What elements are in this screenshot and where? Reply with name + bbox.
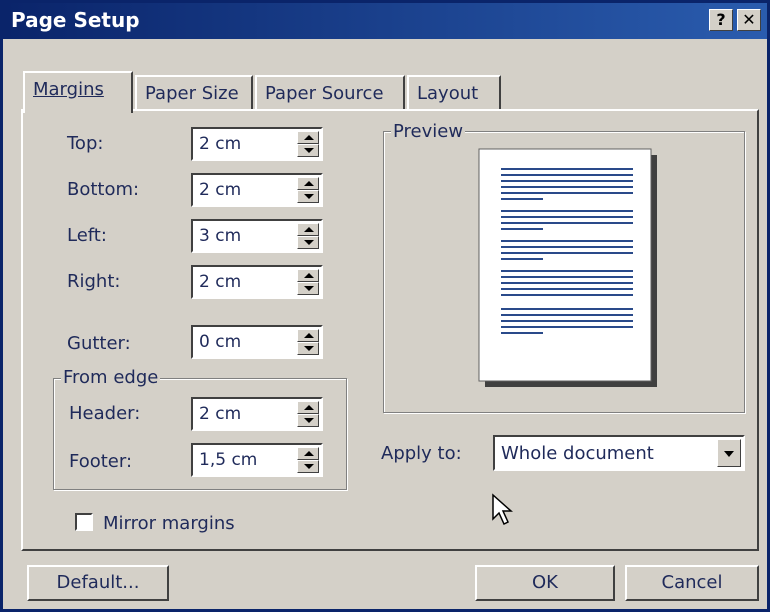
bottom-margin-spinner[interactable]: 2 cm	[191, 173, 323, 207]
apply-to-value: Whole document	[501, 443, 654, 464]
apply-to-label: Apply to:	[381, 443, 462, 464]
gutter-value: 0 cm	[199, 332, 242, 352]
mirror-margins-checkbox[interactable]	[75, 513, 93, 531]
preview-title: Preview	[391, 121, 466, 142]
from-edge-title: From edge	[61, 367, 161, 388]
tab-margins[interactable]: Margins	[23, 71, 133, 113]
top-down-arrow-icon[interactable]	[297, 144, 319, 157]
right-up-arrow-icon[interactable]	[297, 269, 319, 282]
right-down-arrow-icon[interactable]	[297, 282, 319, 295]
top-label: Top:	[67, 133, 104, 154]
right-margin-spinner[interactable]: 2 cm	[191, 265, 323, 299]
left-margin-value: 3 cm	[199, 226, 242, 246]
tab-paper-size[interactable]: Paper Size	[135, 75, 253, 111]
tab-layout-label: Layout	[417, 83, 479, 104]
tab-paper-source-label: Paper Source	[265, 83, 384, 104]
gutter-up-arrow-icon[interactable]	[297, 329, 319, 342]
footer-label: Footer:	[69, 451, 133, 472]
right-label: Right:	[67, 271, 121, 292]
page-preview-icon	[478, 148, 657, 387]
gutter-spinner[interactable]: 0 cm	[191, 325, 323, 359]
top-up-arrow-icon[interactable]	[297, 131, 319, 144]
help-button[interactable]: ?	[709, 9, 733, 31]
header-up-arrow-icon[interactable]	[297, 401, 319, 414]
bottom-margin-value: 2 cm	[199, 180, 242, 200]
gutter-label: Gutter:	[67, 333, 131, 354]
header-spinner[interactable]: 2 cm	[191, 397, 323, 431]
bottom-up-arrow-icon[interactable]	[297, 177, 319, 190]
gutter-down-arrow-icon[interactable]	[297, 342, 319, 355]
bottom-down-arrow-icon[interactable]	[297, 190, 319, 203]
cancel-button[interactable]: Cancel	[625, 565, 759, 601]
apply-to-dropdown[interactable]: Whole document	[493, 435, 745, 471]
tab-paper-source[interactable]: Paper Source	[255, 75, 405, 111]
tab-layout[interactable]: Layout	[407, 75, 501, 111]
chevron-down-icon[interactable]	[717, 439, 741, 467]
dialog-title: Page Setup	[11, 8, 140, 32]
top-margin-spinner[interactable]: 2 cm	[191, 127, 323, 161]
left-label: Left:	[67, 225, 107, 246]
mouse-cursor-icon	[492, 493, 513, 526]
header-down-arrow-icon[interactable]	[297, 414, 319, 427]
header-label: Header:	[69, 403, 141, 424]
left-up-arrow-icon[interactable]	[297, 223, 319, 236]
close-button[interactable]: ✕	[737, 9, 761, 31]
header-value: 2 cm	[199, 404, 242, 424]
ok-button[interactable]: OK	[475, 565, 615, 601]
mirror-margins-label: Mirror margins	[103, 513, 235, 534]
title-bar: Page Setup ? ✕	[3, 3, 767, 39]
left-margin-spinner[interactable]: 3 cm	[191, 219, 323, 253]
footer-up-arrow-icon[interactable]	[297, 447, 319, 460]
top-margin-value: 2 cm	[199, 134, 242, 154]
left-down-arrow-icon[interactable]	[297, 236, 319, 249]
tab-paper-size-label: Paper Size	[145, 83, 239, 104]
bottom-label: Bottom:	[67, 179, 140, 200]
page-setup-dialog: Page Setup ? ✕ Margins Paper Size Paper …	[0, 0, 770, 612]
footer-down-arrow-icon[interactable]	[297, 460, 319, 473]
right-margin-value: 2 cm	[199, 272, 242, 292]
tab-margins-label: Margins	[33, 79, 104, 100]
default-button[interactable]: Default...	[27, 565, 169, 601]
footer-spinner[interactable]: 1,5 cm	[191, 443, 323, 477]
footer-value: 1,5 cm	[199, 450, 258, 470]
